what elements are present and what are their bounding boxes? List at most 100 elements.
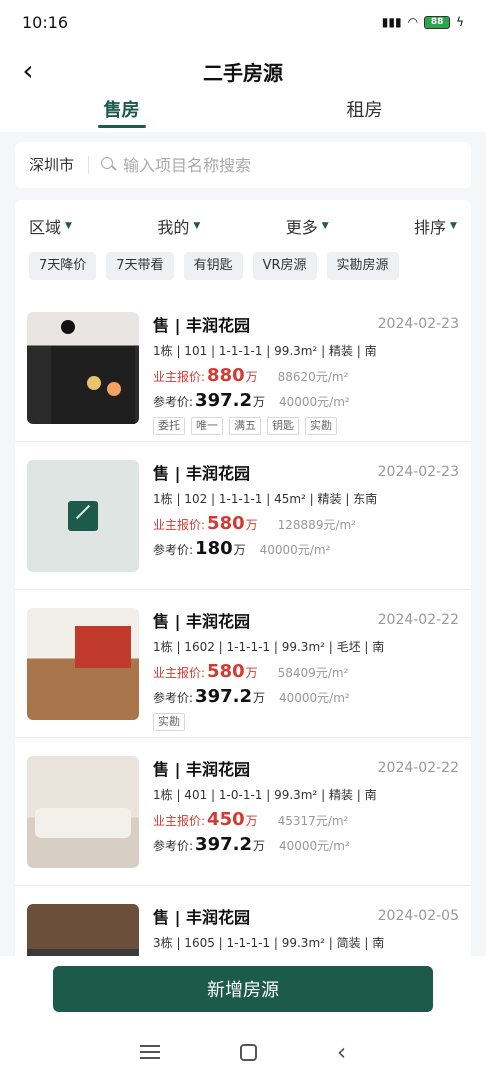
listing-spec: 3栋 | 1605 | 1-1-1-1 | 99.3m² | 简装 | 南 bbox=[153, 936, 385, 950]
sticker-shape bbox=[107, 382, 121, 396]
sofa-shape bbox=[35, 808, 131, 838]
owner-price-unit: 万 bbox=[245, 666, 258, 680]
ref-price: 397.2 bbox=[195, 686, 252, 707]
back-icon[interactable]: ‹ bbox=[337, 1038, 347, 1066]
sticker-shape bbox=[87, 376, 101, 390]
listing-title: 售 | 丰润花园 bbox=[153, 908, 250, 927]
listing-info: 售 | 丰润花园 2024-02-23 1栋 | 102 | 1-1-1-1 | … bbox=[153, 460, 459, 577]
ref-price-unit: 万 bbox=[252, 395, 265, 409]
listing-info: 售 | 丰润花园 2024-02-22 1栋 | 401 | 1-0-1-1 | … bbox=[153, 756, 459, 873]
image-placeholder-icon bbox=[68, 501, 98, 531]
ref-price-label: 参考价: bbox=[153, 543, 194, 557]
painting-shape bbox=[75, 626, 131, 668]
chip-surveyed[interactable]: 实勘房源 bbox=[326, 252, 399, 280]
filter-more[interactable]: 更多 ▼ bbox=[286, 214, 329, 238]
chip-price-drop[interactable]: 7天降价 bbox=[29, 252, 97, 280]
owner-price-per-sqm: 128889元/m² bbox=[277, 518, 356, 532]
ref-price-unit: 万 bbox=[233, 543, 246, 557]
status-time: 10:16 bbox=[22, 12, 69, 32]
battery-icon: 88 bbox=[424, 15, 451, 29]
listing-photo bbox=[27, 756, 139, 868]
listing-date: 2024-02-23 bbox=[377, 464, 459, 480]
owner-price-label: 业主报价: bbox=[153, 814, 206, 828]
caret-down-icon: ▼ bbox=[65, 221, 72, 231]
tag: 实勘 bbox=[305, 417, 337, 435]
listing-tags: 委托 唯一 满五 钥匙 实勘 bbox=[153, 417, 459, 435]
ref-price-label: 参考价: bbox=[153, 839, 194, 853]
header: ‹ 二手房源 bbox=[0, 44, 486, 98]
listing-panel: 区域 ▼ 我的 ▼ 更多 ▼ 排序 ▼ 7天降价 7天带看 有钥匙 VR房源 实勘房源 … bbox=[15, 200, 471, 980]
owner-price-label: 业主报价: bbox=[153, 518, 206, 532]
listing-card[interactable]: 售 | 丰润花园 2024-02-22 1栋 | 1602 | 1-1-1-1 |… bbox=[15, 590, 471, 738]
ref-price: 180 bbox=[195, 538, 233, 559]
listing-title: 售 | 丰润花园 bbox=[153, 316, 250, 335]
filter-sort[interactable]: 排序 ▼ bbox=[414, 214, 457, 238]
owner-price-per-sqm: 58409元/m² bbox=[277, 666, 349, 680]
listing-card[interactable]: 售 | 丰润花园 2024-02-23 1栋 | 102 | 1-1-1-1 | … bbox=[15, 442, 471, 590]
listing-photo bbox=[27, 608, 139, 720]
listing-spec: 1栋 | 401 | 1-0-1-1 | 99.3m² | 精装 | 南 bbox=[153, 788, 377, 802]
page-title: 二手房源 bbox=[203, 60, 283, 85]
listing-title: 售 | 丰润花园 bbox=[153, 760, 250, 779]
home-icon[interactable] bbox=[239, 1043, 257, 1061]
listing-card[interactable]: 售 | 丰润花园 2024-02-23 1栋 | 101 | 1-1-1-1 | … bbox=[15, 294, 471, 442]
owner-price-unit: 万 bbox=[245, 518, 258, 532]
owner-price: 880 bbox=[207, 365, 245, 386]
city-selector[interactable]: 深圳市 bbox=[29, 156, 90, 174]
tag: 委托 bbox=[153, 417, 185, 435]
filter-area-label: 区域 bbox=[29, 218, 62, 237]
listing-card[interactable]: 售 | 丰润花园 2024-02-22 1栋 | 401 | 1-0-1-1 | … bbox=[15, 738, 471, 886]
filter-mine[interactable]: 我的 ▼ bbox=[157, 214, 200, 238]
chevron-left-icon: ‹ bbox=[22, 53, 34, 87]
listing-info: 售 | 丰润花园 2024-02-22 1栋 | 1602 | 1-1-1-1 |… bbox=[153, 608, 459, 731]
owner-price: 450 bbox=[207, 809, 245, 830]
search-icon bbox=[101, 157, 117, 173]
listing-info: 售 | 丰润花园 2024-02-23 1栋 | 101 | 1-1-1-1 | … bbox=[153, 312, 459, 435]
chip-viewed[interactable]: 7天带看 bbox=[106, 252, 174, 280]
filter-more-label: 更多 bbox=[285, 218, 318, 237]
listing-date: 2024-02-23 bbox=[377, 316, 459, 332]
status-icons: ▮▮▮ ◠ 88 ϟ bbox=[382, 15, 464, 29]
add-listing-button[interactable]: 新增房源 bbox=[53, 966, 433, 1012]
figure-shape bbox=[61, 320, 75, 334]
ref-price-label: 参考价: bbox=[153, 691, 194, 705]
owner-price-label: 业主报价: bbox=[153, 370, 206, 384]
tab-bar: 售房 租房 bbox=[0, 98, 486, 132]
listing-title: 售 | 丰润花园 bbox=[153, 612, 250, 631]
chip-has-key[interactable]: 有钥匙 bbox=[183, 252, 243, 280]
owner-price-unit: 万 bbox=[245, 814, 258, 828]
charging-icon: ϟ bbox=[456, 15, 464, 29]
ref-price: 397.2 bbox=[195, 390, 252, 411]
ref-price: 397.2 bbox=[195, 834, 252, 855]
menu-icon[interactable] bbox=[139, 1045, 160, 1059]
tab-sale[interactable]: 售房 bbox=[0, 98, 243, 132]
listing-date: 2024-02-05 bbox=[377, 908, 459, 924]
owner-price-label: 业主报价: bbox=[153, 666, 206, 680]
ref-price-per-sqm: 40000元/m² bbox=[279, 691, 350, 705]
search-input[interactable] bbox=[123, 155, 457, 175]
owner-price-per-sqm: 88620元/m² bbox=[277, 370, 349, 384]
bottom-bar: 新增房源 ‹ bbox=[0, 956, 486, 1080]
filter-area[interactable]: 区域 ▼ bbox=[29, 214, 72, 238]
ref-price-per-sqm: 40000元/m² bbox=[259, 543, 331, 557]
filter-bar: 区域 ▼ 我的 ▼ 更多 ▼ 排序 ▼ bbox=[15, 200, 471, 252]
chip-vr[interactable]: VR房源 bbox=[252, 252, 317, 280]
wifi-icon: ◠ bbox=[407, 15, 419, 29]
tag: 钥匙 bbox=[267, 417, 299, 435]
back-button[interactable]: ‹ bbox=[12, 53, 44, 87]
listing-title: 售 | 丰润花园 bbox=[153, 464, 250, 483]
search-bar: 深圳市 bbox=[15, 142, 471, 188]
owner-price-unit: 万 bbox=[245, 370, 258, 384]
listing-spec: 1栋 | 101 | 1-1-1-1 | 99.3m² | 精装 | 南 bbox=[153, 344, 377, 358]
caret-down-icon: ▼ bbox=[450, 221, 457, 231]
ref-price-unit: 万 bbox=[252, 839, 265, 853]
owner-price: 580 bbox=[207, 513, 245, 534]
tab-rent[interactable]: 租房 bbox=[243, 98, 486, 132]
ref-price-per-sqm: 40000元/m² bbox=[279, 839, 350, 853]
listing-photo-placeholder bbox=[27, 460, 139, 572]
owner-price-per-sqm: 45317元/m² bbox=[277, 814, 349, 828]
filter-sort-label: 排序 bbox=[414, 218, 447, 237]
ref-price-label: 参考价: bbox=[153, 395, 194, 409]
system-nav-bar: ‹ bbox=[0, 1038, 486, 1066]
ref-price-unit: 万 bbox=[252, 691, 265, 705]
